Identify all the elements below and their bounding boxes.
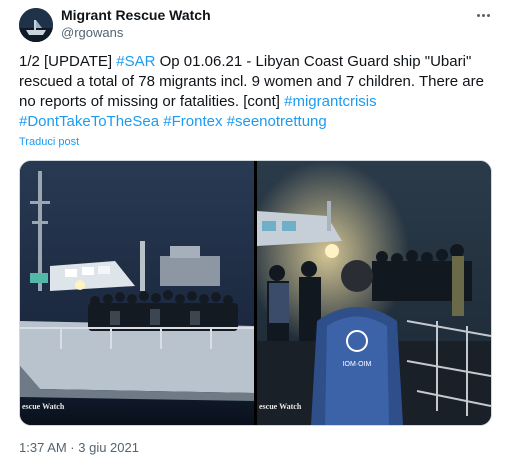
tweet-card: Migrant Rescue Watch @rgowans 1/2 [UPDAT… (0, 0, 526, 465)
hashtag-donttaketothesea[interactable]: #DontTakeToTheSea (19, 113, 159, 130)
coast-guard-ship-image (20, 161, 254, 425)
hashtag-migrantcrisis[interactable]: #migrantcrisis (284, 93, 377, 110)
photo-iom-staff[interactable]: IOM·OIM escue Watch (257, 161, 491, 425)
hashtag-sar[interactable]: #SAR (116, 53, 155, 70)
media-grid: escue Watch IOM·OIM escue Watch (19, 160, 492, 426)
post-text: 1/2 [UPDATE] #SAR Op 01.06.21 - Libyan C… (19, 52, 489, 132)
photo-watermark: escue Watch (22, 402, 65, 411)
translate-post-link[interactable]: Traduci post (19, 136, 79, 148)
author-name[interactable]: Migrant Rescue Watch (61, 7, 211, 23)
photo-coast-guard-ship[interactable]: escue Watch (20, 161, 254, 425)
avatar[interactable] (19, 8, 53, 42)
hashtag-seenotrettung[interactable]: #seenotrettung (227, 113, 327, 130)
iom-staff-image: IOM·OIM (257, 161, 491, 425)
author-handle[interactable]: @rgowans (61, 25, 123, 40)
hashtag-frontex[interactable]: #Frontex (163, 113, 222, 130)
vest-label: IOM·OIM (343, 361, 372, 368)
more-options-icon[interactable] (474, 8, 492, 22)
post-timestamp[interactable]: 1:37 AM · 3 giu 2021 (19, 440, 139, 455)
boat-avatar-icon (19, 8, 53, 42)
post-text-part: 1/2 [UPDATE] (19, 53, 117, 70)
photo-watermark: escue Watch (259, 402, 302, 411)
